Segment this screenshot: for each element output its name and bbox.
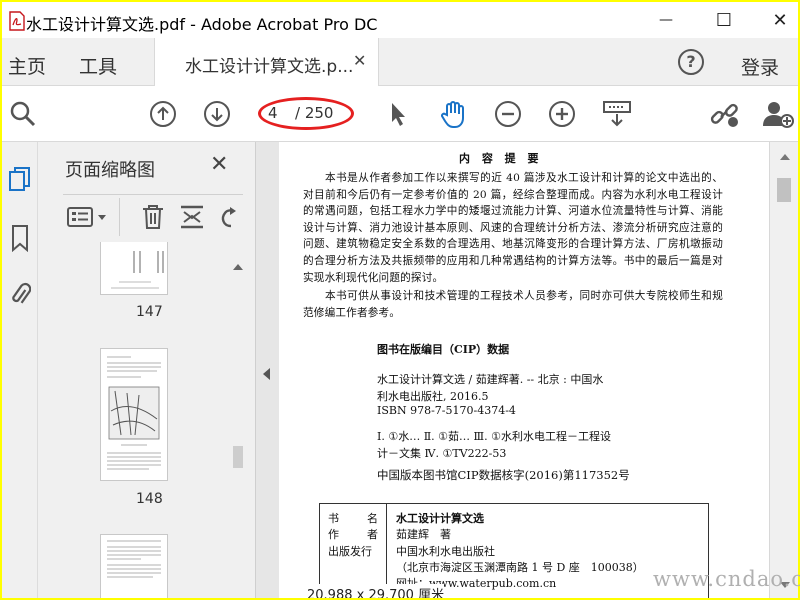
thumbnail-content	[107, 540, 161, 578]
minimize-icon: —	[659, 12, 673, 28]
close-window-button[interactable]: ✕	[756, 2, 798, 38]
tools-tab[interactable]: 工具	[79, 52, 117, 79]
thumbnail-content	[107, 356, 161, 470]
scrollbar-thumb[interactable]	[233, 446, 243, 468]
zoom-in-icon[interactable]	[546, 98, 578, 130]
box-value: （北京市海淀区玉渊潭南路 1 号 D 座 100038）	[396, 561, 644, 574]
maximize-button[interactable]: ☐	[700, 2, 748, 38]
window-title: 水工设计计算文选.pdf - Adobe Acrobat Pro DC	[26, 15, 378, 34]
box-label: 书 名	[328, 512, 380, 525]
cip-line: 水工设计计算文选 / 茹建辉著. -- 北京 : 中国水	[377, 373, 604, 386]
cip-number: 中国版本图书馆CIP数据核字(2016)第117352号	[377, 468, 630, 482]
thumbnail-label: 148	[136, 491, 163, 507]
minimize-button[interactable]: —	[642, 2, 690, 38]
box-value: 中国水利水电出版社	[396, 545, 495, 558]
panel-divider[interactable]	[255, 142, 279, 598]
audience-paragraph: 本书可供从事设计和技术管理的工程技术人员参考，同时亦可供大专院校师生和规范修编工…	[303, 290, 723, 319]
close-icon: ✕	[772, 9, 788, 31]
cip-line: Ⅰ. ①水… Ⅱ. ①茹… Ⅲ. ①水利水电工程－工程设	[377, 430, 611, 443]
scroll-up-icon[interactable]	[233, 264, 243, 270]
home-tab[interactable]: 主页	[8, 52, 46, 79]
thumbnail-page-147[interactable]	[100, 242, 168, 295]
collapse-panel-icon[interactable]	[263, 368, 270, 380]
panel-toolbar	[63, 194, 243, 238]
box-value: 水工设计计算文选	[396, 512, 484, 525]
page-up-icon[interactable]	[147, 98, 179, 130]
attachment-icon[interactable]	[6, 278, 34, 310]
document-tab-label: 水工设计计算文选.p...	[185, 57, 354, 77]
page-display-icon[interactable]	[601, 98, 633, 130]
select-arrow-icon[interactable]	[382, 98, 414, 130]
red-highlight-circle	[258, 97, 354, 130]
share-link-icon[interactable]	[708, 98, 740, 130]
search-icon[interactable]	[7, 98, 39, 130]
page-thumbnails-icon[interactable]	[6, 164, 34, 196]
add-user-icon[interactable]	[762, 98, 794, 130]
extract-pages-icon[interactable]	[179, 204, 205, 234]
scrollbar-thumb[interactable]	[777, 178, 791, 202]
panel-title: 页面缩略图	[65, 160, 155, 181]
cip-line: 计－文集 Ⅳ. ①TV222-53	[377, 447, 507, 460]
menu-bar: 主页 工具 水工设计计算文选.p... ✕ ? 登录	[2, 38, 798, 86]
document-scrollbar[interactable]	[770, 142, 798, 598]
title-bar: 水工设计计算文选.pdf - Adobe Acrobat Pro DC — ☐ …	[2, 2, 798, 38]
box-label: 出版发行	[328, 545, 372, 558]
document-tab-close-icon[interactable]: ✕	[353, 51, 366, 70]
watermark: www.cndao.com	[653, 567, 800, 591]
panel-close-icon[interactable]: ✕	[210, 152, 228, 177]
pdf-page: 内 容 提 要 本书是从作者参加工作以来撰写的近 40 篇涉及水工设计和计算的论…	[279, 142, 769, 598]
thumbnail-page-149[interactable]	[100, 534, 168, 598]
app-window: 水工设计计算文选.pdf - Adobe Acrobat Pro DC — ☐ …	[2, 2, 798, 598]
acrobat-pdf-icon	[9, 11, 25, 31]
page-heading: 内 容 提 要	[459, 152, 543, 165]
navigation-rail	[2, 142, 38, 598]
thumbnail-panel: 页面缩略图 ✕ 147 148	[38, 142, 255, 598]
rotate-page-icon[interactable]	[217, 204, 241, 234]
cip-heading: 图书在版编目（CIP）数据	[377, 343, 510, 356]
page-size-readout: 20.988 x 29.700 厘米	[307, 584, 445, 598]
help-icon[interactable]: ?	[678, 49, 704, 75]
box-value: 茹建辉 著	[396, 528, 451, 541]
summary-paragraph: 本书是从作者参加工作以来撰写的近 40 篇涉及水工设计和计算的论文中选出的、对目…	[303, 172, 723, 284]
cip-line: 利水电出版社, 2016.5	[377, 390, 489, 403]
delete-page-icon[interactable]	[141, 204, 165, 234]
bookmark-icon[interactable]	[6, 222, 34, 254]
zoom-out-icon[interactable]	[492, 98, 524, 130]
thumbnail-options-icon[interactable]	[67, 206, 111, 232]
toolbar-separator	[119, 198, 120, 236]
thumbnail-content	[111, 251, 164, 289]
document-view[interactable]: 内 容 提 要 本书是从作者参加工作以来撰写的近 40 篇涉及水工设计和计算的论…	[279, 142, 798, 598]
document-tab[interactable]: 水工设计计算文选.p... ✕	[154, 38, 379, 86]
thumbnail-label: 147	[136, 304, 163, 320]
main-toolbar: 4 / 250	[2, 86, 798, 142]
thumbnail-scrollbar[interactable]	[230, 260, 246, 598]
login-button[interactable]: 登录	[741, 53, 779, 80]
box-label: 作 者	[328, 528, 380, 541]
hand-tool-icon[interactable]	[437, 98, 469, 130]
cip-line: ISBN 978-7-5170-4374-4	[377, 404, 516, 417]
maximize-icon: ☐	[715, 9, 733, 31]
scroll-up-icon[interactable]	[780, 154, 790, 160]
thumbnail-page-148[interactable]	[100, 348, 168, 481]
page-down-icon[interactable]	[201, 98, 233, 130]
thumbnail-list: 147 148	[38, 242, 238, 598]
